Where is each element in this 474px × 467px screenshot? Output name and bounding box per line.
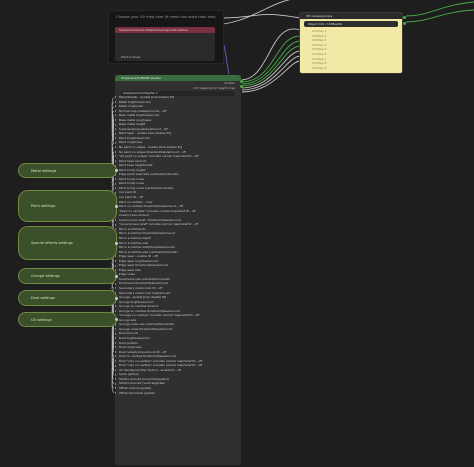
group-label: Special effects settings	[31, 241, 73, 245]
group-output-socket[interactable]	[115, 296, 118, 300]
group-output-socket[interactable]	[115, 274, 118, 278]
image-texture-node[interactable]: Shipwreck/studio-Shipwreck/mapnode textu…	[115, 27, 215, 61]
group-metal-settings[interactable]: Metal settings	[18, 163, 118, 178]
group-uv-settings[interactable]: UV settings	[18, 312, 118, 327]
group-label: UV settings	[31, 317, 52, 322]
shipwreck-shader-node[interactable]: Shipwreck/ID/BXDF-shader Shader UV mappi…	[115, 75, 243, 465]
group-special-effects-settings[interactable]: Special effects settings	[18, 226, 118, 260]
group-label: Dust settings	[31, 296, 55, 300]
uv-map-frame: Choose your UV map here (if mesh has mor…	[108, 10, 224, 64]
group-grunge-settings[interactable]: Grunge settings	[18, 268, 118, 284]
node-input-row[interactable]: Offset horizontal (global)	[115, 391, 241, 396]
group-label: Metal settings	[31, 168, 57, 173]
group-output-socket[interactable]	[115, 318, 118, 321]
uv-map-select[interactable]: Object Info / UVMapOS	[304, 21, 398, 27]
uv-values-title[interactable]: UB values/groups	[300, 13, 402, 19]
uv-height-output-label: UV mapping for height map	[193, 85, 235, 90]
group-label: Grunge settings	[31, 274, 60, 278]
group-dust-settings[interactable]: Dust settings	[18, 290, 118, 306]
group-output-socket[interactable]	[115, 169, 118, 172]
uv-map-row[interactable]: UV/Map 9	[300, 66, 402, 71]
group-output-socket[interactable]	[115, 241, 118, 245]
frame-label: Choose your UV map here (if mesh has mor…	[116, 15, 216, 19]
uv-output-socket[interactable]	[239, 84, 243, 88]
shader-output-socket[interactable]	[239, 80, 243, 83]
image-node-title[interactable]: Shipwreck/studio-Shipwreck/mapnode textu…	[115, 27, 215, 33]
image-node-row: Point Indexer	[121, 55, 141, 59]
uv-values-output-socket[interactable]	[403, 16, 406, 19]
group-output-socket[interactable]	[115, 204, 118, 208]
uv-values-output-socket[interactable]	[403, 22, 406, 25]
group-label: Paint settings	[31, 204, 56, 208]
uv-values-node[interactable]: UB values/groups Object Info / UVMapOS U…	[300, 13, 402, 73]
group-paint-settings[interactable]: Paint settings	[18, 190, 118, 222]
